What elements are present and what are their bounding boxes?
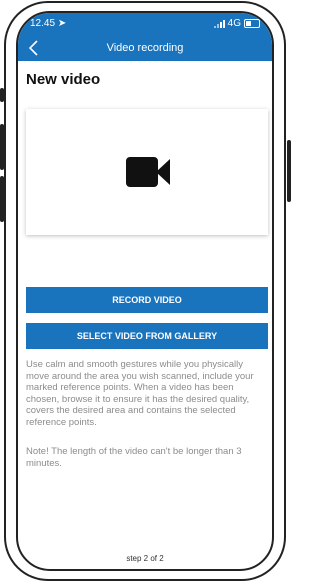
record-video-button[interactable]: RECORD VIDEO bbox=[26, 287, 268, 313]
video-camera-icon bbox=[126, 157, 170, 187]
network-label: 4G bbox=[227, 18, 241, 29]
status-indicators: 4G bbox=[213, 18, 260, 29]
page-title: New video bbox=[26, 71, 101, 88]
instructions-text: Use calm and smooth gestures while you p… bbox=[26, 359, 254, 428]
select-from-gallery-button[interactable]: SELECT VIDEO FROM GALLERY bbox=[26, 323, 268, 349]
status-bar: 12.45 ➤ 4G bbox=[18, 13, 272, 35]
screen: 12.45 ➤ 4G Video recording New video REC… bbox=[16, 11, 274, 571]
phone-power-button bbox=[287, 140, 291, 202]
battery-icon bbox=[244, 19, 260, 28]
nav-title: Video recording bbox=[106, 42, 184, 54]
step-indicator: step 2 of 2 bbox=[126, 554, 164, 563]
status-time-text: 12.45 bbox=[30, 18, 56, 29]
status-time: 12.45 ➤ bbox=[30, 18, 66, 29]
signal-icon bbox=[213, 19, 225, 28]
video-preview-card bbox=[26, 109, 268, 235]
note-text: Note! The length of the video can't be l… bbox=[26, 446, 242, 469]
nav-bar: Video recording bbox=[18, 35, 272, 61]
phone-frame: 12.45 ➤ 4G Video recording New video REC… bbox=[4, 1, 286, 581]
location-icon: ➤ bbox=[57, 18, 67, 29]
